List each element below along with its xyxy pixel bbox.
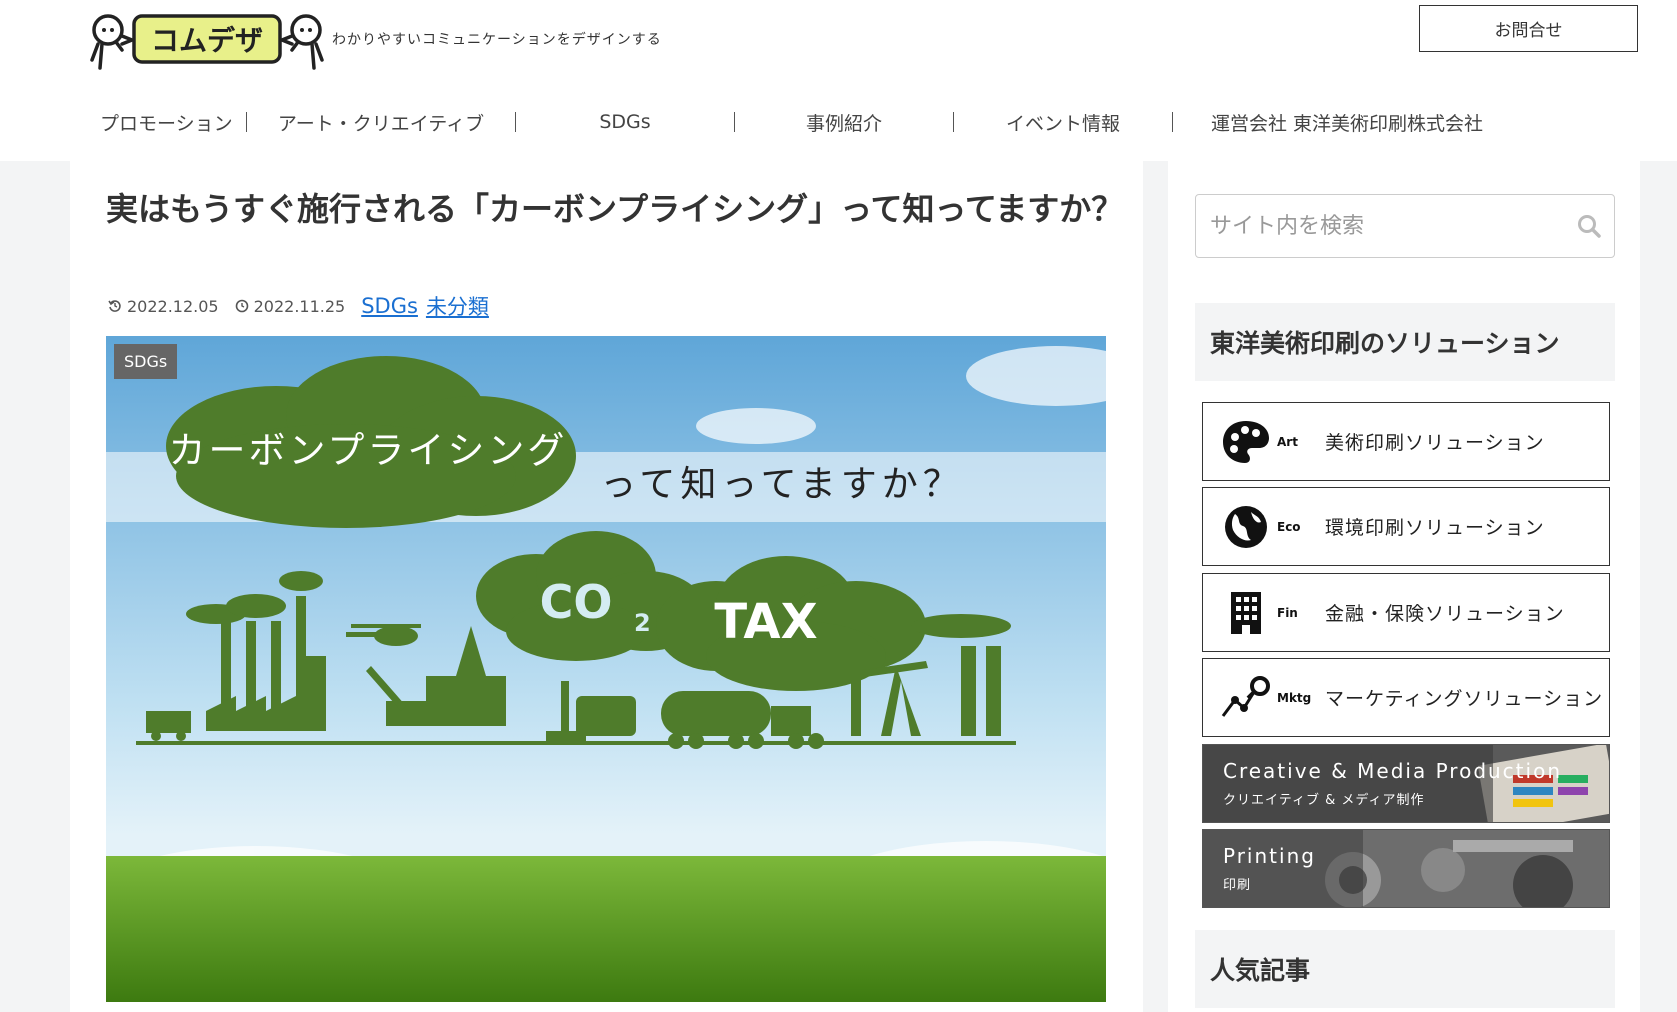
eyecatch-category-label[interactable]: SDGs (114, 344, 178, 379)
site-logo[interactable]: コムデザ (88, 10, 328, 72)
search-input[interactable] (1196, 195, 1566, 257)
clock-icon (235, 299, 248, 313)
solution-label: 環境印刷ソリューション (1325, 517, 1545, 539)
solution-eco-button[interactable]: Eco 環境印刷ソリューション (1202, 487, 1610, 566)
eyecatch-headline: カーボンプライシング (169, 429, 568, 472)
eyecatch-tax: TAX (714, 594, 817, 650)
solution-abbr: Art (1277, 434, 1298, 449)
solution-label: マーケティングソリューション (1325, 688, 1604, 710)
eyecatch-co2: CO (540, 575, 613, 629)
printing-banner[interactable]: Printing 印刷 (1202, 829, 1610, 908)
nav-item-art-creative[interactable]: アート・クリエイティブ (247, 109, 515, 136)
eyecatch-headline-suffix: って知ってますか？ (600, 464, 964, 505)
banner-title: Creative & Media Production (1223, 759, 1562, 783)
banner-title: Printing (1223, 844, 1316, 868)
site-header: コムデザ わかりやすいコミュニケーションをデザインする お問合せ プロモーション… (0, 0, 1677, 161)
solution-abbr: Fin (1277, 605, 1298, 620)
nav-item-promotion[interactable]: プロモーション (100, 109, 233, 136)
update-icon (108, 300, 121, 312)
category-link-sdgs[interactable]: SDGs (361, 294, 418, 318)
nav-item-events[interactable]: イベント情報 (954, 109, 1172, 136)
palette-icon (1217, 419, 1275, 465)
global-nav: プロモーション アート・クリエイティブ SDGs 事例紹介 イベント情報 運営会… (100, 100, 1600, 144)
main-content: 実はもうすぐ施行される「カーボンプライシング」って知ってますか？ 2022.12… (70, 161, 1143, 1012)
post-meta: 2022.12.05 2022.11.25 SDGs 未分類 (108, 291, 497, 321)
solutions-widget-title: 東洋美術印刷のソリューション (1195, 303, 1615, 381)
nav-item-sdgs[interactable]: SDGs (516, 111, 734, 133)
solution-abbr: Eco (1277, 519, 1301, 534)
contact-button[interactable]: お問合せ (1419, 5, 1638, 52)
search-form (1195, 194, 1615, 258)
site-tagline: わかりやすいコミュニケーションをデザインする (332, 32, 662, 48)
logo-text: コムデザ (151, 24, 263, 57)
solution-art-button[interactable]: Art 美術印刷ソリューション (1202, 402, 1610, 481)
solution-label: 美術印刷ソリューション (1325, 432, 1545, 454)
published-date: 2022.11.25 (235, 297, 345, 316)
post-title: 実はもうすぐ施行される「カーボンプライシング」って知ってますか？ (106, 190, 1124, 228)
search-icon[interactable] (1576, 213, 1602, 239)
banner-subtitle: クリエイティブ & メディア制作 (1223, 793, 1425, 808)
chart-search-icon (1217, 675, 1275, 720)
solution-abbr: Mktg (1277, 690, 1312, 705)
eyecatch-image: カーボンプライシング って知ってますか？ CO 2 TAX SDGs (106, 336, 1106, 1002)
popular-posts-title: 人気記事 (1195, 930, 1615, 1008)
eyecatch-co2-sub: 2 (634, 609, 651, 637)
building-icon (1217, 590, 1275, 636)
banner-subtitle: 印刷 (1223, 878, 1252, 893)
solution-finance-button[interactable]: Fin 金融・保険ソリューション (1202, 573, 1610, 652)
solution-label: 金融・保険ソリューション (1325, 603, 1565, 625)
globe-icon (1217, 504, 1275, 550)
category-link-uncategorized[interactable]: 未分類 (426, 291, 489, 321)
solution-marketing-button[interactable]: Mktg マーケティングソリューション (1202, 658, 1610, 737)
updated-date: 2022.12.05 (108, 297, 219, 316)
nav-item-company[interactable]: 運営会社 東洋美術印刷株式会社 (1173, 109, 1521, 136)
nav-item-case-studies[interactable]: 事例紹介 (735, 109, 953, 136)
creative-media-banner[interactable]: Creative & Media Production クリエイティブ & メデ… (1202, 744, 1610, 823)
sidebar: 東洋美術印刷のソリューション Art 美術印刷ソリューション Eco 環境印刷ソ… (1168, 161, 1640, 1012)
